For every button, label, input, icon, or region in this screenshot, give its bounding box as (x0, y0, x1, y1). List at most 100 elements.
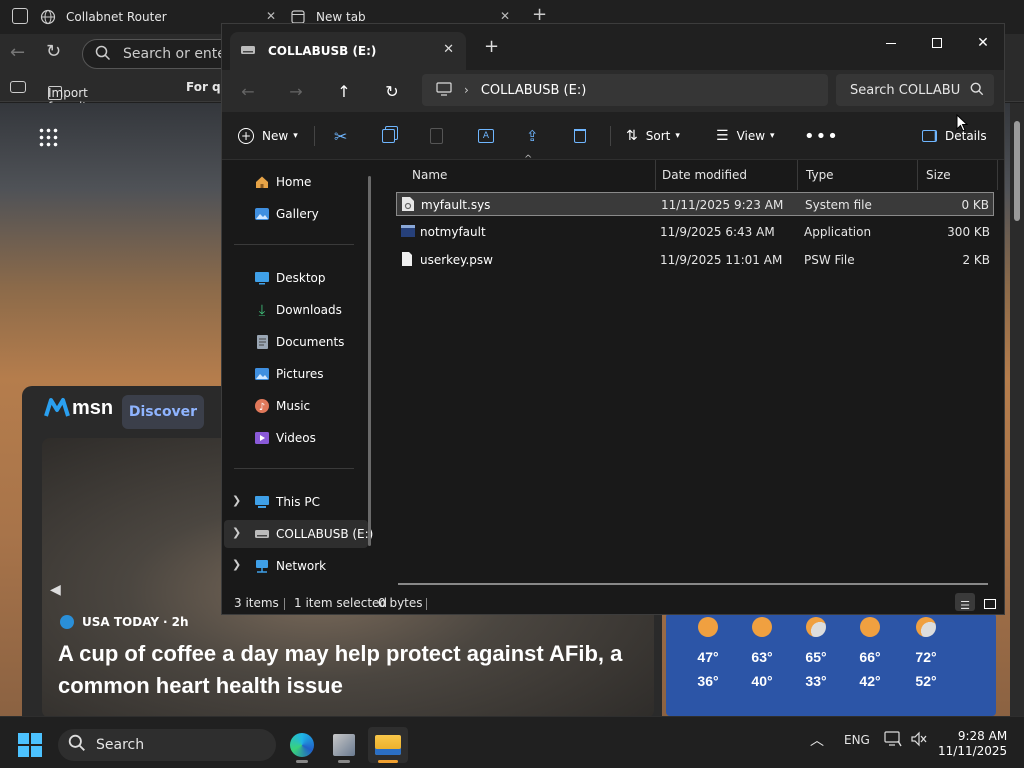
details-button[interactable]: Details (922, 121, 987, 151)
sidebar-item-home[interactable]: Home (254, 168, 402, 196)
tab-actions-icon[interactable] (12, 8, 28, 24)
news-headline[interactable]: A cup of coffee a day may help protect a… (58, 638, 648, 702)
file-row[interactable]: notmyfault 11/9/2025 6:43 AM Application… (396, 220, 994, 244)
refresh-button[interactable]: ↻ (376, 76, 408, 106)
close-tab-icon[interactable]: ✕ (443, 42, 454, 57)
taskbar-edge-button[interactable] (282, 727, 322, 763)
navigation-pane-scrollbar[interactable] (368, 176, 371, 546)
network-icon (254, 558, 270, 574)
pictures-icon (254, 366, 270, 382)
sort-button[interactable]: ⇅ Sort ▾ (626, 121, 680, 151)
weather-day: 65° 33° (790, 613, 842, 689)
weather-forecast-card[interactable]: 47° 36° 63° 40° 65° 33° 66° 42° 72° 52° (666, 613, 996, 716)
details-view-icon: ☰ (960, 599, 970, 612)
browser-scrollbar[interactable] (1010, 103, 1024, 716)
view-list-icon: ☰ (716, 128, 729, 144)
close-tab-icon[interactable]: ✕ (500, 9, 510, 23)
new-tab-icon[interactable]: + (484, 36, 499, 57)
refresh-icon: ↻ (385, 81, 399, 101)
maximize-button[interactable] (914, 28, 960, 58)
sort-icon: ⇅ (626, 128, 638, 144)
back-icon[interactable]: ← (10, 42, 25, 63)
new-button[interactable]: + New ▾ (238, 121, 298, 151)
cut-button[interactable]: ✂ (334, 121, 347, 151)
scissors-icon: ✂ (334, 126, 348, 146)
sidebar-item-collabusb[interactable]: ❯ COLLABUSB (E:) (224, 520, 373, 548)
explorer-tab[interactable]: COLLABUSB (E:) ✕ (230, 32, 466, 70)
chevron-down-icon: ▾ (293, 131, 298, 141)
explorer-title-bar[interactable]: COLLABUSB (E:) ✕ + ✕ (222, 24, 1004, 70)
sidebar-item-gallery[interactable]: Gallery (254, 200, 402, 228)
network-status-icon[interactable] (884, 731, 902, 750)
partly-cloudy-icon (916, 617, 936, 637)
delete-button[interactable] (574, 121, 586, 151)
taskbar-search-label: Search (96, 737, 145, 753)
column-header-type[interactable]: Type (798, 160, 918, 190)
carousel-prev-icon[interactable]: ◀ (50, 582, 61, 598)
details-view-button[interactable]: ☰ (955, 593, 975, 612)
sidebar-item-this-pc[interactable]: ❯ This PC (222, 488, 370, 516)
sidebar-item-pictures[interactable]: Pictures 📌︎ (254, 360, 402, 388)
explorer-nav-bar: ← → ↑ ↻ › COLLABUSB (E:) Search COLLABU (222, 70, 1004, 112)
usa-today-logo-icon (60, 615, 74, 629)
plus-circle-icon: + (238, 128, 254, 144)
apps-grid-icon[interactable] (38, 127, 58, 147)
command-bar: + New ▾ ✂ A ⇪ ⇅ Sort ▾ ☰ View ▾ ••• Deta… (222, 112, 1004, 160)
view-button[interactable]: ☰ View ▾ (716, 121, 775, 151)
volume-muted-icon[interactable] (910, 731, 928, 750)
sidebar-item-network[interactable]: ❯ Network (222, 552, 370, 580)
column-header-date-modified[interactable]: Date modified (654, 160, 798, 190)
start-button[interactable] (18, 733, 42, 757)
sidebar-item-downloads[interactable]: ⤓ Downloads 📌︎ (254, 296, 402, 324)
status-selected-size: 0 bytes (378, 596, 423, 610)
sidebar-item-videos[interactable]: Videos 📌︎ (254, 424, 402, 452)
chevron-right-icon[interactable]: ❯ (232, 558, 241, 571)
taskbar-search-box[interactable]: Search (58, 729, 276, 761)
horizontal-scrollbar[interactable] (398, 583, 988, 585)
close-button[interactable]: ✕ (960, 28, 1006, 58)
refresh-icon[interactable]: ↻ (46, 41, 61, 62)
column-header-name[interactable]: Name (404, 160, 656, 190)
copy-button[interactable] (382, 121, 395, 151)
taskbar-app-button[interactable] (324, 727, 364, 763)
chevron-right-icon[interactable]: ❯ (232, 494, 241, 507)
system-clock[interactable]: 9:28 AM 11/11/2025 (938, 729, 1007, 759)
tiles-view-icon (984, 599, 996, 609)
search-box[interactable]: Search COLLABU (836, 74, 994, 106)
sidebar-item-desktop[interactable]: Desktop 📌︎ (254, 264, 402, 292)
language-indicator[interactable]: ENG (844, 733, 870, 747)
scrollbar-thumb[interactable] (1014, 121, 1020, 221)
file-row[interactable]: myfault.sys 11/11/2025 9:23 AM System fi… (396, 192, 994, 216)
chevron-right-icon[interactable]: ❯ (232, 526, 241, 539)
sidebar-item-music[interactable]: ♪ Music 📌︎ (254, 392, 402, 420)
discover-button[interactable]: Discover (122, 395, 204, 429)
column-header-size[interactable]: Size (918, 160, 998, 190)
paste-button[interactable] (430, 121, 443, 151)
sidebar-item-documents[interactable]: Documents 📌︎ (254, 328, 402, 356)
tiles-view-button[interactable] (980, 593, 1000, 611)
copy-icon (382, 129, 395, 143)
taskbar-file-explorer-button[interactable] (368, 727, 408, 763)
new-browser-tab-icon[interactable]: + (532, 4, 547, 25)
status-bar: 3 items 1 item selected 0 bytes ☰ (222, 590, 1004, 614)
partly-cloudy-icon (806, 617, 826, 637)
address-bar[interactable]: › COLLABUSB (E:) (422, 74, 828, 106)
more-options-button[interactable]: ••• (804, 121, 839, 151)
search-icon (95, 45, 111, 64)
sidebar-toggle-icon[interactable] (10, 81, 26, 93)
minimize-button[interactable] (868, 28, 914, 58)
show-hidden-icons-icon[interactable]: ︿ (810, 730, 824, 750)
clock-date: 11/11/2025 (938, 744, 1008, 758)
back-button[interactable]: ← (232, 76, 264, 106)
details-pane-icon (922, 130, 937, 142)
share-button[interactable]: ⇪ (526, 121, 539, 151)
file-row[interactable]: userkey.psw 11/9/2025 11:01 AM PSW File … (396, 248, 994, 272)
forward-button[interactable]: → (280, 76, 312, 106)
up-button[interactable]: ↑ (328, 76, 360, 106)
close-tab-icon[interactable]: ✕ (266, 9, 276, 23)
arrow-left-icon: ← (241, 81, 255, 101)
address-path[interactable]: COLLABUSB (E:) (481, 83, 586, 98)
file-list: ^ Name Date modified Type Size myfault.s… (382, 154, 1004, 590)
rename-icon: A (478, 129, 494, 143)
rename-button[interactable]: A (478, 121, 494, 151)
